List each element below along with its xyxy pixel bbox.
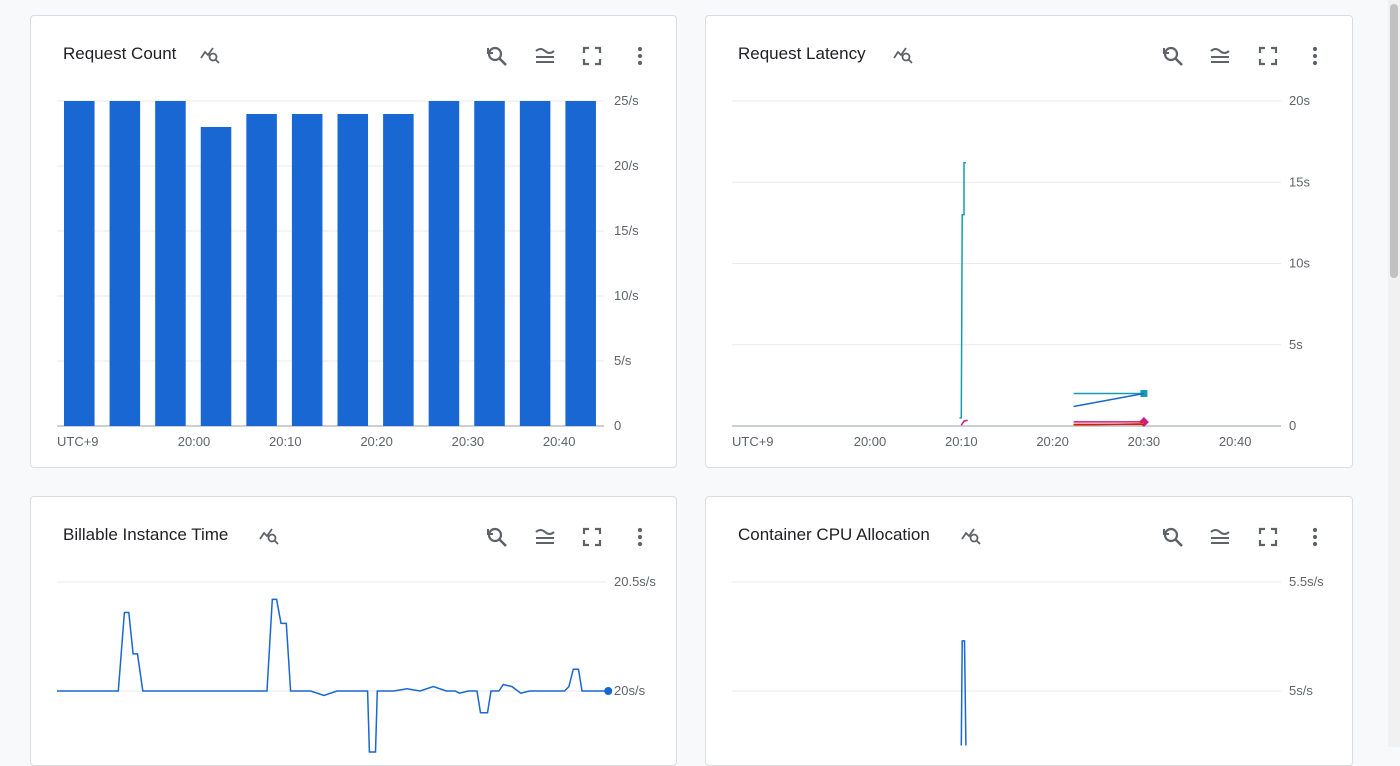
container-cpu-allocation-chart: 5.5s/s 5s/s [732, 574, 1324, 746]
timezone-label: UTC+9 [732, 434, 774, 449]
bar [428, 101, 460, 426]
bar [200, 127, 232, 426]
bar [291, 114, 323, 426]
bar [519, 101, 551, 426]
bar [565, 101, 596, 426]
y-tick-label: 15s [1289, 174, 1310, 189]
x-tick-label: 20:40 [1219, 434, 1252, 449]
card-request-latency: Request Latency 20s 15s 10s 5s 0 UTC+9 20:00 20… [705, 15, 1353, 468]
y-tick-label: 15/s [614, 223, 639, 238]
series-line [959, 162, 966, 419]
y-tick-label: 20.5s/s [614, 574, 656, 589]
x-tick-label: 20:30 [452, 434, 485, 449]
bar [383, 114, 414, 426]
card-request-count: Request Count 25/s 20/s 15/s 10/s 5/s 0 UTC+9 2… [30, 15, 677, 468]
series-marker [1138, 416, 1149, 427]
y-tick-label: 25/s [614, 93, 639, 108]
card-container-cpu-allocation: Container CPU Allocation 5.5s/s 5s/s [705, 496, 1353, 766]
bar [64, 101, 95, 426]
series-line [960, 419, 968, 426]
series-end-dot [604, 687, 613, 695]
bar [109, 101, 141, 426]
series-line [960, 640, 967, 746]
x-tick-label: 20:30 [1128, 434, 1161, 449]
timezone-label: UTC+9 [57, 434, 99, 449]
y-tick-label: 5s [1289, 337, 1303, 352]
x-tick-label: 20:00 [854, 434, 887, 449]
y-tick-label: 5/s [614, 353, 632, 368]
card-billable-instance-time: Billable Instance Time 20.5s/s 20s/s [30, 496, 677, 766]
y-tick-label: 20/s [614, 158, 639, 173]
y-tick-label: 5.5s/s [1289, 574, 1324, 589]
series-line [57, 598, 609, 753]
series-line [1073, 392, 1145, 408]
bar [155, 101, 186, 426]
bar [337, 114, 369, 426]
y-tick-label: 20s/s [614, 683, 646, 698]
y-tick-label: 0 [1289, 418, 1296, 433]
x-tick-label: 20:40 [543, 434, 576, 449]
y-tick-label: 10s [1289, 256, 1310, 271]
request-count-chart: 25/s 20/s 15/s 10/s 5/s 0 UTC+9 20:00 20:10 20:20… [57, 93, 639, 449]
billable-instance-time-chart: 20.5s/s 20s/s [57, 574, 656, 753]
bar [246, 114, 277, 426]
x-tick-label: 20:10 [269, 434, 302, 449]
x-tick-label: 20:10 [945, 434, 978, 449]
page-scrollbar[interactable] [1388, 0, 1400, 747]
x-tick-label: 20:20 [360, 434, 393, 449]
bar [474, 101, 505, 426]
y-tick-label: 10/s [614, 288, 639, 303]
y-tick-label: 0 [614, 418, 621, 433]
x-tick-label: 20:20 [1036, 434, 1069, 449]
y-tick-label: 5s/s [1289, 683, 1313, 698]
request-latency-chart: 20s 15s 10s 5s 0 UTC+9 20:00 20:10 20:20 20:30 20:… [732, 93, 1310, 449]
x-tick-label: 20:00 [178, 434, 211, 449]
scrollbar-thumb[interactable] [1390, 4, 1398, 278]
y-tick-label: 20s [1289, 93, 1310, 108]
